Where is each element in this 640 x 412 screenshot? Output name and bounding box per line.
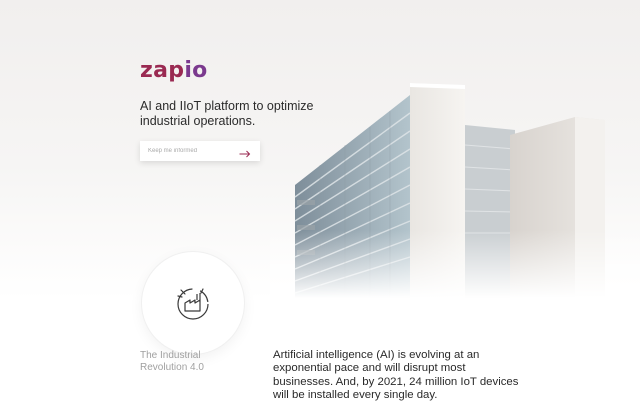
email-input[interactable] [148,148,238,154]
intro-paragraph: Artificial intelligence (AI) is evolving… [273,349,519,402]
brand-logo[interactable]: zapio [140,58,208,83]
feature-icon-circle [142,252,244,354]
hero-section: zapio AI and IIoT platform to optimize i… [0,0,640,300]
factory-icon [173,282,213,322]
arrow-right-icon[interactable] [239,146,251,158]
feature-caption: The Industrial Revolution 4.0 [140,350,204,373]
image-fade-overlay [270,230,640,300]
newsletter-signup-form [140,141,260,161]
hero-tagline: AI and IIoT platform to optimize industr… [140,99,314,128]
